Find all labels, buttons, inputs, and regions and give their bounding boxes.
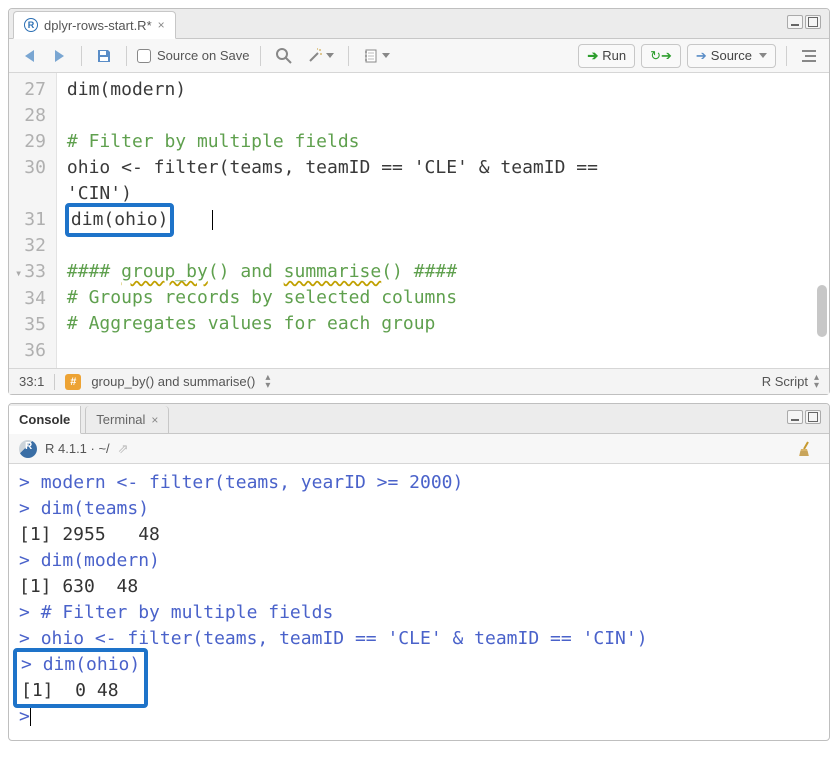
source-label: Source (711, 48, 752, 63)
source-arrow-icon: ➔ (696, 48, 707, 64)
tab-label: dplyr-rows-start.R* (44, 18, 152, 33)
pane-window-controls (787, 410, 821, 424)
notebook-icon (363, 48, 379, 64)
popout-icon[interactable]: ⇗ (118, 441, 129, 457)
section-scope[interactable]: group_by() and summarise() (91, 374, 255, 389)
scope-stepper-icon[interactable]: ▴▾ (265, 374, 270, 390)
console-output[interactable]: > modern <- filter(teams, yearID >= 2000… (9, 464, 829, 740)
console-toolbar: R 4.1.1 · ~/ ⇗ (9, 434, 829, 464)
find-button[interactable] (271, 44, 297, 68)
highlighted-code-line-31: dim(ohio) (65, 203, 175, 237)
tab-terminal[interactable]: Terminal × (85, 406, 169, 434)
highlighted-console-output: > dim(ohio) [1] 0 48 (13, 648, 148, 708)
r-version-label: R 4.1.1 · ~/ (45, 441, 110, 456)
source-button[interactable]: ➔ Source (687, 44, 776, 68)
maximize-icon[interactable] (805, 410, 821, 424)
cursor-position: 33:1 (19, 374, 44, 389)
save-button[interactable] (92, 44, 116, 68)
run-label: Run (602, 48, 626, 63)
source-on-save-checkbox[interactable] (137, 49, 151, 63)
source-on-save-label: Source on Save (157, 48, 250, 63)
terminal-tab-label: Terminal (96, 412, 145, 427)
lang-stepper-icon[interactable]: ▴▾ (814, 374, 819, 390)
editor-status-bar: 33:1 # group_by() and summarise() ▴▾ R S… (9, 368, 829, 394)
source-editor-pane: R dplyr-rows-start.R* × Source on Save (8, 8, 830, 395)
broom-icon (797, 440, 815, 458)
code-area[interactable]: dim(modern) # Filter by multiple fields … (57, 73, 829, 368)
pane-window-controls (787, 15, 821, 29)
language-mode[interactable]: R Script (762, 374, 808, 389)
forward-button[interactable] (47, 44, 71, 68)
editor-tab-row: R dplyr-rows-start.R* × (9, 9, 829, 39)
text-cursor (212, 210, 213, 230)
outline-icon (801, 49, 817, 63)
compile-report-button[interactable] (359, 44, 394, 68)
console-cursor (30, 708, 31, 726)
editor-tab[interactable]: R dplyr-rows-start.R* × (13, 11, 176, 39)
tab-console[interactable]: Console (9, 406, 81, 434)
console-tab-label: Console (19, 412, 70, 427)
clear-console-button[interactable] (793, 437, 819, 461)
chevron-down-icon (326, 53, 334, 58)
save-icon (96, 48, 112, 64)
r-logo-icon (19, 440, 37, 458)
editor-toolbar: Source on Save ➔ Run ↻➔ ➔ Source (9, 39, 829, 73)
r-file-icon: R (24, 18, 38, 32)
outline-button[interactable] (797, 44, 821, 68)
chevron-down-icon (382, 53, 390, 58)
wand-icon (307, 48, 323, 64)
back-button[interactable] (17, 44, 41, 68)
code-tools-button[interactable] (303, 44, 338, 68)
console-tab-row: Console Terminal × (9, 404, 829, 434)
run-arrow-icon: ➔ (587, 48, 598, 64)
code-editor[interactable]: 27 28 29 30 31 32 ▾33 34 35 36 dim(moder… (9, 73, 829, 368)
run-button[interactable]: ➔ Run (578, 44, 635, 68)
rerun-icon: ↻➔ (650, 48, 672, 64)
console-pane: Console Terminal × R 4.1.1 · ~/ ⇗ > mode… (8, 403, 830, 741)
chevron-down-icon (759, 53, 767, 58)
maximize-icon[interactable] (805, 15, 821, 29)
search-icon (275, 47, 293, 65)
rerun-button[interactable]: ↻➔ (641, 44, 681, 68)
line-number-gutter: 27 28 29 30 31 32 ▾33 34 35 36 (9, 73, 57, 368)
scrollbar-thumb[interactable] (817, 285, 827, 337)
close-icon[interactable]: × (151, 413, 158, 427)
close-icon[interactable]: × (158, 18, 165, 32)
section-badge-icon: # (65, 374, 81, 390)
minimize-icon[interactable] (787, 410, 803, 424)
minimize-icon[interactable] (787, 15, 803, 29)
